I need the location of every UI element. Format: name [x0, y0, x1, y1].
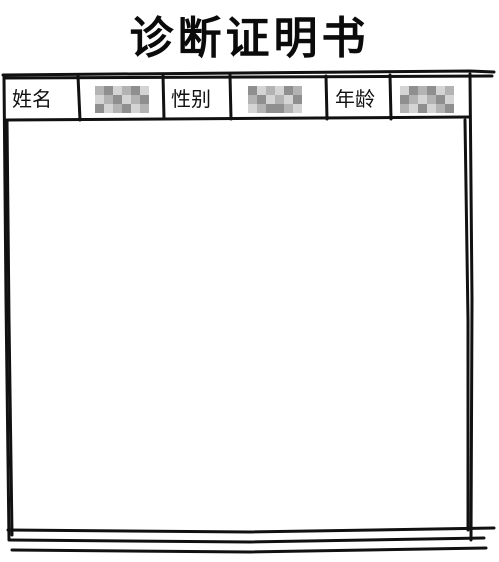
diagnosis-certificate: 诊断证明书 姓名 性别 年龄 — [0, 0, 499, 562]
age-redacted — [400, 86, 454, 113]
name-label: 姓名 — [12, 87, 52, 111]
frame-right-edge-2 — [463, 118, 470, 532]
header-sep-2 — [161, 73, 166, 121]
header-sep-4 — [324, 74, 329, 121]
header-sep-3 — [228, 73, 233, 121]
gender-label: 性别 — [171, 87, 211, 111]
header-sep-1 — [76, 74, 82, 122]
frame-bottom-edge — [6, 526, 496, 534]
frame-bottom-edge-3 — [10, 546, 488, 554]
age-label: 年龄 — [335, 87, 375, 111]
form-body-area — [12, 124, 464, 524]
header-sep-5 — [388, 73, 393, 121]
header-row-divider — [4, 115, 472, 122]
gender-redacted — [248, 86, 302, 113]
frame-top-edge — [1, 69, 496, 77]
frame-right-edge — [468, 72, 474, 542]
name-redacted — [95, 86, 149, 113]
frame-bottom-edge-2 — [8, 536, 486, 544]
